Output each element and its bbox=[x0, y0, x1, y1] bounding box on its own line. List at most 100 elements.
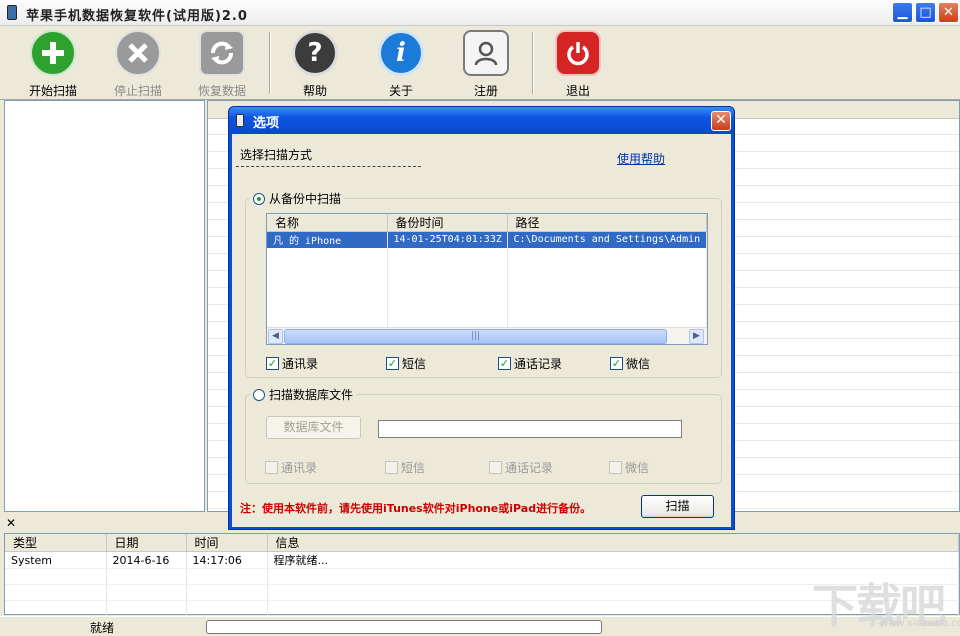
checkbox-label: 微信 bbox=[625, 461, 650, 475]
checkbox-box[interactable] bbox=[609, 461, 622, 474]
radio-button[interactable] bbox=[253, 192, 265, 205]
checkbox-box[interactable]: ✓ bbox=[610, 357, 623, 370]
scroll-left-icon[interactable]: ◀ bbox=[268, 329, 283, 344]
checkbox-box[interactable] bbox=[385, 461, 398, 474]
checkbox-box[interactable]: ✓ bbox=[386, 357, 399, 370]
scan-button[interactable]: 扫描 bbox=[641, 495, 714, 518]
radio-button[interactable] bbox=[253, 388, 265, 401]
sms-checkbox-disabled[interactable]: 短信 bbox=[385, 459, 425, 476]
checkbox-box[interactable] bbox=[265, 461, 278, 474]
recover-data-button[interactable]: 恢复数据 bbox=[187, 30, 257, 99]
log-column-header[interactable]: 信息 bbox=[267, 534, 959, 552]
backup-scan-label: 从备份中扫描 bbox=[269, 192, 342, 206]
checkbox-box[interactable]: ✓ bbox=[498, 357, 511, 370]
backup-scan-radio[interactable]: 从备份中扫描 bbox=[250, 190, 345, 207]
divider bbox=[236, 166, 421, 167]
power-icon bbox=[555, 30, 601, 76]
checkbox-label: 通话记录 bbox=[514, 357, 563, 371]
database-file-button[interactable]: 数据库文件 bbox=[266, 416, 361, 439]
start-scan-button[interactable]: 开始扫描 bbox=[18, 30, 88, 99]
log-date: 2014-6-16 bbox=[106, 551, 187, 569]
log-column-header[interactable]: 类型 bbox=[5, 534, 107, 552]
user-icon bbox=[463, 30, 509, 76]
help-label: 帮助 bbox=[302, 84, 327, 98]
recover-data-label: 恢复数据 bbox=[197, 84, 246, 98]
window-title: 苹果手机数据恢复软件(试用版)2.0 bbox=[26, 9, 248, 24]
dialog-body: 选择扫描方式 使用帮助 从备份中扫描 名称 备份时间 路径 凡 的 iPhone… bbox=[232, 134, 731, 527]
dialog-title: 选项 bbox=[253, 116, 280, 131]
checkbox-label: 短信 bbox=[402, 357, 427, 371]
contacts-checkbox[interactable]: ✓ 通讯录 bbox=[266, 355, 318, 372]
exit-label: 退出 bbox=[565, 84, 590, 98]
register-button[interactable]: 注册 bbox=[451, 30, 521, 99]
wechat-checkbox-disabled[interactable]: 微信 bbox=[609, 459, 649, 476]
log-close-icon[interactable]: ✕ bbox=[6, 516, 16, 530]
maximize-button[interactable]: □ bbox=[915, 2, 936, 23]
log-column-header[interactable]: 日期 bbox=[106, 534, 187, 552]
register-label: 注册 bbox=[473, 84, 498, 98]
options-dialog: 选项 ✕ 选择扫描方式 使用帮助 从备份中扫描 名称 备份时间 路径 凡 的 i… bbox=[228, 106, 735, 530]
backup-name: 凡 的 iPhone bbox=[267, 231, 388, 248]
device-tree-panel[interactable] bbox=[4, 100, 205, 512]
backup-note: 注：使用本软件前，请先使用iTunes软件对iPhone或iPad进行备份。 bbox=[240, 502, 592, 515]
backup-scan-group: 从备份中扫描 名称 备份时间 路径 凡 的 iPhone 14-01-25T04… bbox=[245, 190, 722, 378]
log-row[interactable]: System 2014-6-16 14:17:06 程序就绪... bbox=[5, 551, 959, 569]
scroll-right-icon[interactable]: ▶ bbox=[689, 329, 704, 344]
contacts-checkbox-disabled[interactable]: 通讯录 bbox=[265, 459, 317, 476]
checkbox-box[interactable] bbox=[489, 461, 502, 474]
help-link[interactable]: 使用帮助 bbox=[617, 150, 665, 167]
checkbox-box[interactable]: ✓ bbox=[266, 357, 279, 370]
watermark-url: www.xiazaiba.com bbox=[880, 618, 960, 629]
close-button[interactable]: ✕ bbox=[938, 2, 959, 23]
stop-scan-button[interactable]: 停止扫描 bbox=[103, 30, 173, 99]
backup-row[interactable]: 凡 的 iPhone 14-01-25T04:01:33Z C:\Documen… bbox=[267, 231, 707, 248]
column-header-time[interactable]: 备份时间 bbox=[387, 214, 508, 232]
main-window: 苹果手机数据恢复软件(试用版)2.0 ▁ □ ✕ 开始扫描 停止扫描 恢复数据 … bbox=[0, 0, 960, 636]
sms-checkbox[interactable]: ✓ 短信 bbox=[386, 355, 426, 372]
toolbar: 开始扫描 停止扫描 恢复数据 ? 帮助 i 关于 注册 退出 bbox=[0, 26, 960, 100]
column-header-name[interactable]: 名称 bbox=[267, 214, 388, 232]
backup-time: 14-01-25T04:01:33Z bbox=[387, 231, 508, 248]
phone-icon bbox=[7, 5, 17, 20]
about-button[interactable]: i 关于 bbox=[366, 30, 436, 99]
horizontal-scrollbar[interactable]: ◀ ||| ▶ bbox=[267, 327, 707, 344]
checkbox-label: 通话记录 bbox=[505, 461, 554, 475]
about-label: 关于 bbox=[388, 84, 413, 98]
phone-icon bbox=[236, 114, 244, 127]
log-type: System bbox=[5, 551, 107, 569]
log-info: 程序就绪... bbox=[267, 551, 959, 569]
log-column-header[interactable]: 时间 bbox=[186, 534, 268, 552]
toolbar-separator bbox=[532, 32, 534, 94]
checkbox-label: 通讯录 bbox=[281, 461, 318, 475]
refresh-icon bbox=[199, 30, 245, 76]
call-log-checkbox-disabled[interactable]: 通话记录 bbox=[489, 459, 553, 476]
scan-mode-label: 选择扫描方式 bbox=[240, 148, 313, 162]
stop-scan-label: 停止扫描 bbox=[113, 84, 162, 98]
x-icon bbox=[115, 30, 161, 76]
exit-button[interactable]: 退出 bbox=[543, 30, 613, 99]
call-log-checkbox[interactable]: ✓ 通话记录 bbox=[498, 355, 562, 372]
title-bar: 苹果手机数据恢复软件(试用版)2.0 ▁ □ ✕ bbox=[0, 0, 960, 26]
checkbox-label: 通讯录 bbox=[282, 357, 319, 371]
database-scan-label: 扫描数据库文件 bbox=[269, 388, 354, 402]
scroll-thumb[interactable]: ||| bbox=[284, 329, 667, 344]
wechat-checkbox[interactable]: ✓ 微信 bbox=[610, 355, 650, 372]
info-icon: i bbox=[378, 30, 424, 76]
toolbar-separator bbox=[269, 32, 271, 94]
database-path-field[interactable] bbox=[378, 420, 682, 438]
checkbox-label: 微信 bbox=[626, 357, 651, 371]
plus-icon bbox=[30, 30, 76, 76]
dialog-title-bar: 选项 ✕ bbox=[229, 107, 734, 134]
column-header-path[interactable]: 路径 bbox=[507, 214, 707, 232]
help-button[interactable]: ? 帮助 bbox=[280, 30, 350, 99]
checkbox-label: 短信 bbox=[401, 461, 426, 475]
minimize-button[interactable]: ▁ bbox=[892, 2, 913, 23]
start-scan-label: 开始扫描 bbox=[28, 84, 77, 98]
database-scan-radio[interactable]: 扫描数据库文件 bbox=[250, 386, 357, 403]
dialog-close-button[interactable]: ✕ bbox=[711, 111, 731, 131]
question-icon: ? bbox=[292, 30, 338, 76]
backup-path: C:\Documents and Settings\Admin bbox=[507, 231, 707, 248]
status-text: 就绪 bbox=[90, 621, 115, 635]
backup-list[interactable]: 名称 备份时间 路径 凡 的 iPhone 14-01-25T04:01:33Z… bbox=[266, 213, 708, 345]
progress-bar bbox=[206, 620, 602, 634]
